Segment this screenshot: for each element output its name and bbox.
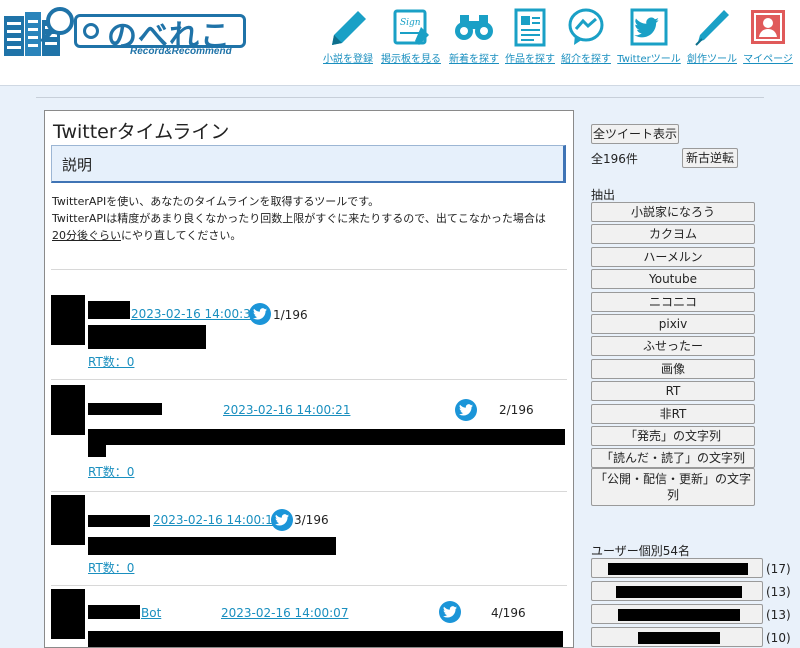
separator xyxy=(51,269,567,270)
tweet-index: 3/196 xyxy=(294,513,329,527)
twitter-bird-icon[interactable] xyxy=(249,303,271,325)
retry-time-link[interactable]: 20分後ぐらい xyxy=(52,229,121,242)
filter-button-narou[interactable]: 小説家になろう xyxy=(591,202,755,222)
tweet-item: 2023-02-16 14:00:32 1/196 RT数：0 xyxy=(51,271,567,379)
redacted-username xyxy=(88,403,162,415)
filter-button-rt[interactable]: RT xyxy=(591,381,755,402)
redacted-username xyxy=(616,586,742,598)
separator xyxy=(51,491,567,492)
avatar[interactable] xyxy=(51,385,85,435)
user-tweet-count: (10) xyxy=(766,631,791,645)
tweet-index: 4/196 xyxy=(491,606,526,620)
site-logo[interactable]: のべれこ Record&Recommend xyxy=(4,4,248,60)
tweet-date[interactable]: 2023-02-16 14:00:21 xyxy=(223,403,350,417)
header-divider xyxy=(36,97,764,98)
reverse-order-button[interactable]: 新古逆転 xyxy=(682,148,738,168)
redacted-username xyxy=(618,609,740,621)
filter-button-read-string[interactable]: 「読んだ・読了」の文字列 xyxy=(591,448,755,469)
description-line-3: 20分後ぐらいにやり直してください。 xyxy=(52,229,242,242)
tweet-item: Bot 2023-02-16 14:00:07 4/196 xyxy=(51,587,567,647)
nav-find-works[interactable]: 作品を探す xyxy=(502,6,558,76)
tweet-date[interactable]: 2023-02-16 14:00:18 xyxy=(153,513,280,527)
description-line-1: TwitterAPIを使い、あなたのタイムラインを取得するツールです。 xyxy=(52,195,380,208)
nav-find-recommendations[interactable]: 紹介を探す xyxy=(558,6,614,76)
nav-register-novel[interactable]: 小説を登録 xyxy=(320,6,376,76)
redacted-username xyxy=(638,632,720,644)
tweet-index: 1/196 xyxy=(273,308,308,322)
tweet-index: 2/196 xyxy=(499,403,534,417)
tweet-date[interactable]: 2023-02-16 14:00:07 xyxy=(221,606,348,620)
user-tweet-count: (13) xyxy=(766,608,791,622)
separator xyxy=(51,379,567,380)
nav-twitter-tool[interactable]: Twitterツール xyxy=(614,6,684,76)
retweet-count[interactable]: RT数：0 xyxy=(88,463,134,480)
timeline-panel: Twitterタイムライン 説明 TwitterAPIを使い、あなたのタイムライ… xyxy=(44,110,574,648)
twitter-bird-icon[interactable] xyxy=(439,601,461,623)
redacted-tweet-text xyxy=(88,429,565,445)
signboard-icon: Sign xyxy=(390,6,432,48)
document-icon xyxy=(509,6,551,48)
redacted-username xyxy=(88,515,150,527)
redacted-username xyxy=(608,563,748,575)
redacted-username xyxy=(88,301,130,319)
filter-button-non-rt[interactable]: 非RT xyxy=(591,403,755,424)
tweet-item: 2023-02-16 14:00:21 2/196 RT数：0 xyxy=(51,381,567,491)
user-filter-button[interactable] xyxy=(591,581,763,601)
users-heading: ユーザー個別54名 xyxy=(591,544,691,558)
filter-heading: 抽出 xyxy=(591,188,616,202)
avatar[interactable] xyxy=(51,295,85,345)
description: TwitterAPIを使い、あなたのタイムラインを取得するツールです。 Twit… xyxy=(52,193,572,244)
filter-button-image[interactable]: 画像 xyxy=(591,358,755,379)
section-heading: 説明 xyxy=(51,145,566,183)
separator xyxy=(51,585,567,586)
filter-button-kakuyomu[interactable]: カクヨム xyxy=(591,224,755,245)
retweet-count[interactable]: RT数：0 xyxy=(88,353,134,370)
binoculars-icon xyxy=(453,6,495,48)
tweet-item: 2023-02-16 14:00:18 3/196 RT数：0 xyxy=(51,493,567,583)
pencil-icon xyxy=(327,6,369,48)
filter-button-release-string[interactable]: 「発売」の文字列 xyxy=(591,426,755,446)
filter-button-hameln[interactable]: ハーメルン xyxy=(591,246,755,267)
user-filter-button[interactable] xyxy=(591,604,763,624)
svg-text:Sign: Sign xyxy=(400,18,421,28)
twitter-icon xyxy=(628,6,670,48)
redacted-username xyxy=(88,605,140,619)
logo-wordmark: のべれこ xyxy=(74,14,246,54)
section-heading-text: 説明 xyxy=(62,156,93,174)
avatar[interactable] xyxy=(51,495,85,545)
avatar[interactable] xyxy=(51,589,85,639)
retweet-count[interactable]: RT数：0 xyxy=(88,559,134,576)
user-filter-button[interactable] xyxy=(591,558,763,578)
redacted-tweet-text xyxy=(88,537,336,555)
site-header: のべれこ Record&Recommend 小説を登録 Sign 掲示板を見る … xyxy=(0,0,800,86)
filter-button-niconico[interactable]: ニコニコ xyxy=(591,291,755,312)
nav-creation-tool[interactable]: 創作ツール xyxy=(684,6,740,76)
twitter-bird-icon[interactable] xyxy=(455,399,477,421)
tweet-username-suffix[interactable]: Bot xyxy=(141,606,161,620)
twitter-bird-icon[interactable] xyxy=(271,509,293,531)
logo-subtitle: Record&Recommend xyxy=(130,46,232,57)
redacted-tweet-text xyxy=(88,325,206,349)
filter-button-fusetter[interactable]: ふせったー xyxy=(591,336,755,357)
page-title: Twitterタイムライン xyxy=(53,121,230,143)
pen-icon xyxy=(691,6,733,48)
redacted-tweet-text xyxy=(88,445,106,457)
total-count: 全196件 xyxy=(591,152,638,166)
nav-new-arrivals[interactable]: 新着を探す xyxy=(446,6,502,76)
tweet-date[interactable]: 2023-02-16 14:00:32 xyxy=(131,307,258,321)
user-tweet-count: (13) xyxy=(766,585,791,599)
user-filter-button[interactable] xyxy=(591,627,763,647)
show-all-tweets-button[interactable]: 全ツイート表示 xyxy=(591,124,679,144)
nav-my-page[interactable]: マイページ xyxy=(740,6,796,76)
nav-board[interactable]: Sign 掲示板を見る xyxy=(376,6,446,76)
user-icon xyxy=(747,6,789,48)
messenger-icon xyxy=(565,6,607,48)
filter-button-youtube[interactable]: Youtube xyxy=(591,269,755,290)
description-line-2: TwitterAPIは精度があまり良くなかったり回数上限がすぐに来たりするので、… xyxy=(52,212,546,225)
filter-button-pixiv[interactable]: pixiv xyxy=(591,314,755,334)
user-tweet-count: (17) xyxy=(766,562,791,576)
redacted-tweet-text xyxy=(88,631,563,647)
filter-button-publish-string[interactable]: 「公開・配信・更新」の文字 列 xyxy=(591,468,755,506)
main-nav: 小説を登録 Sign 掲示板を見る 新着を探す 作品を探す 紹介を探す Twit… xyxy=(320,6,796,76)
